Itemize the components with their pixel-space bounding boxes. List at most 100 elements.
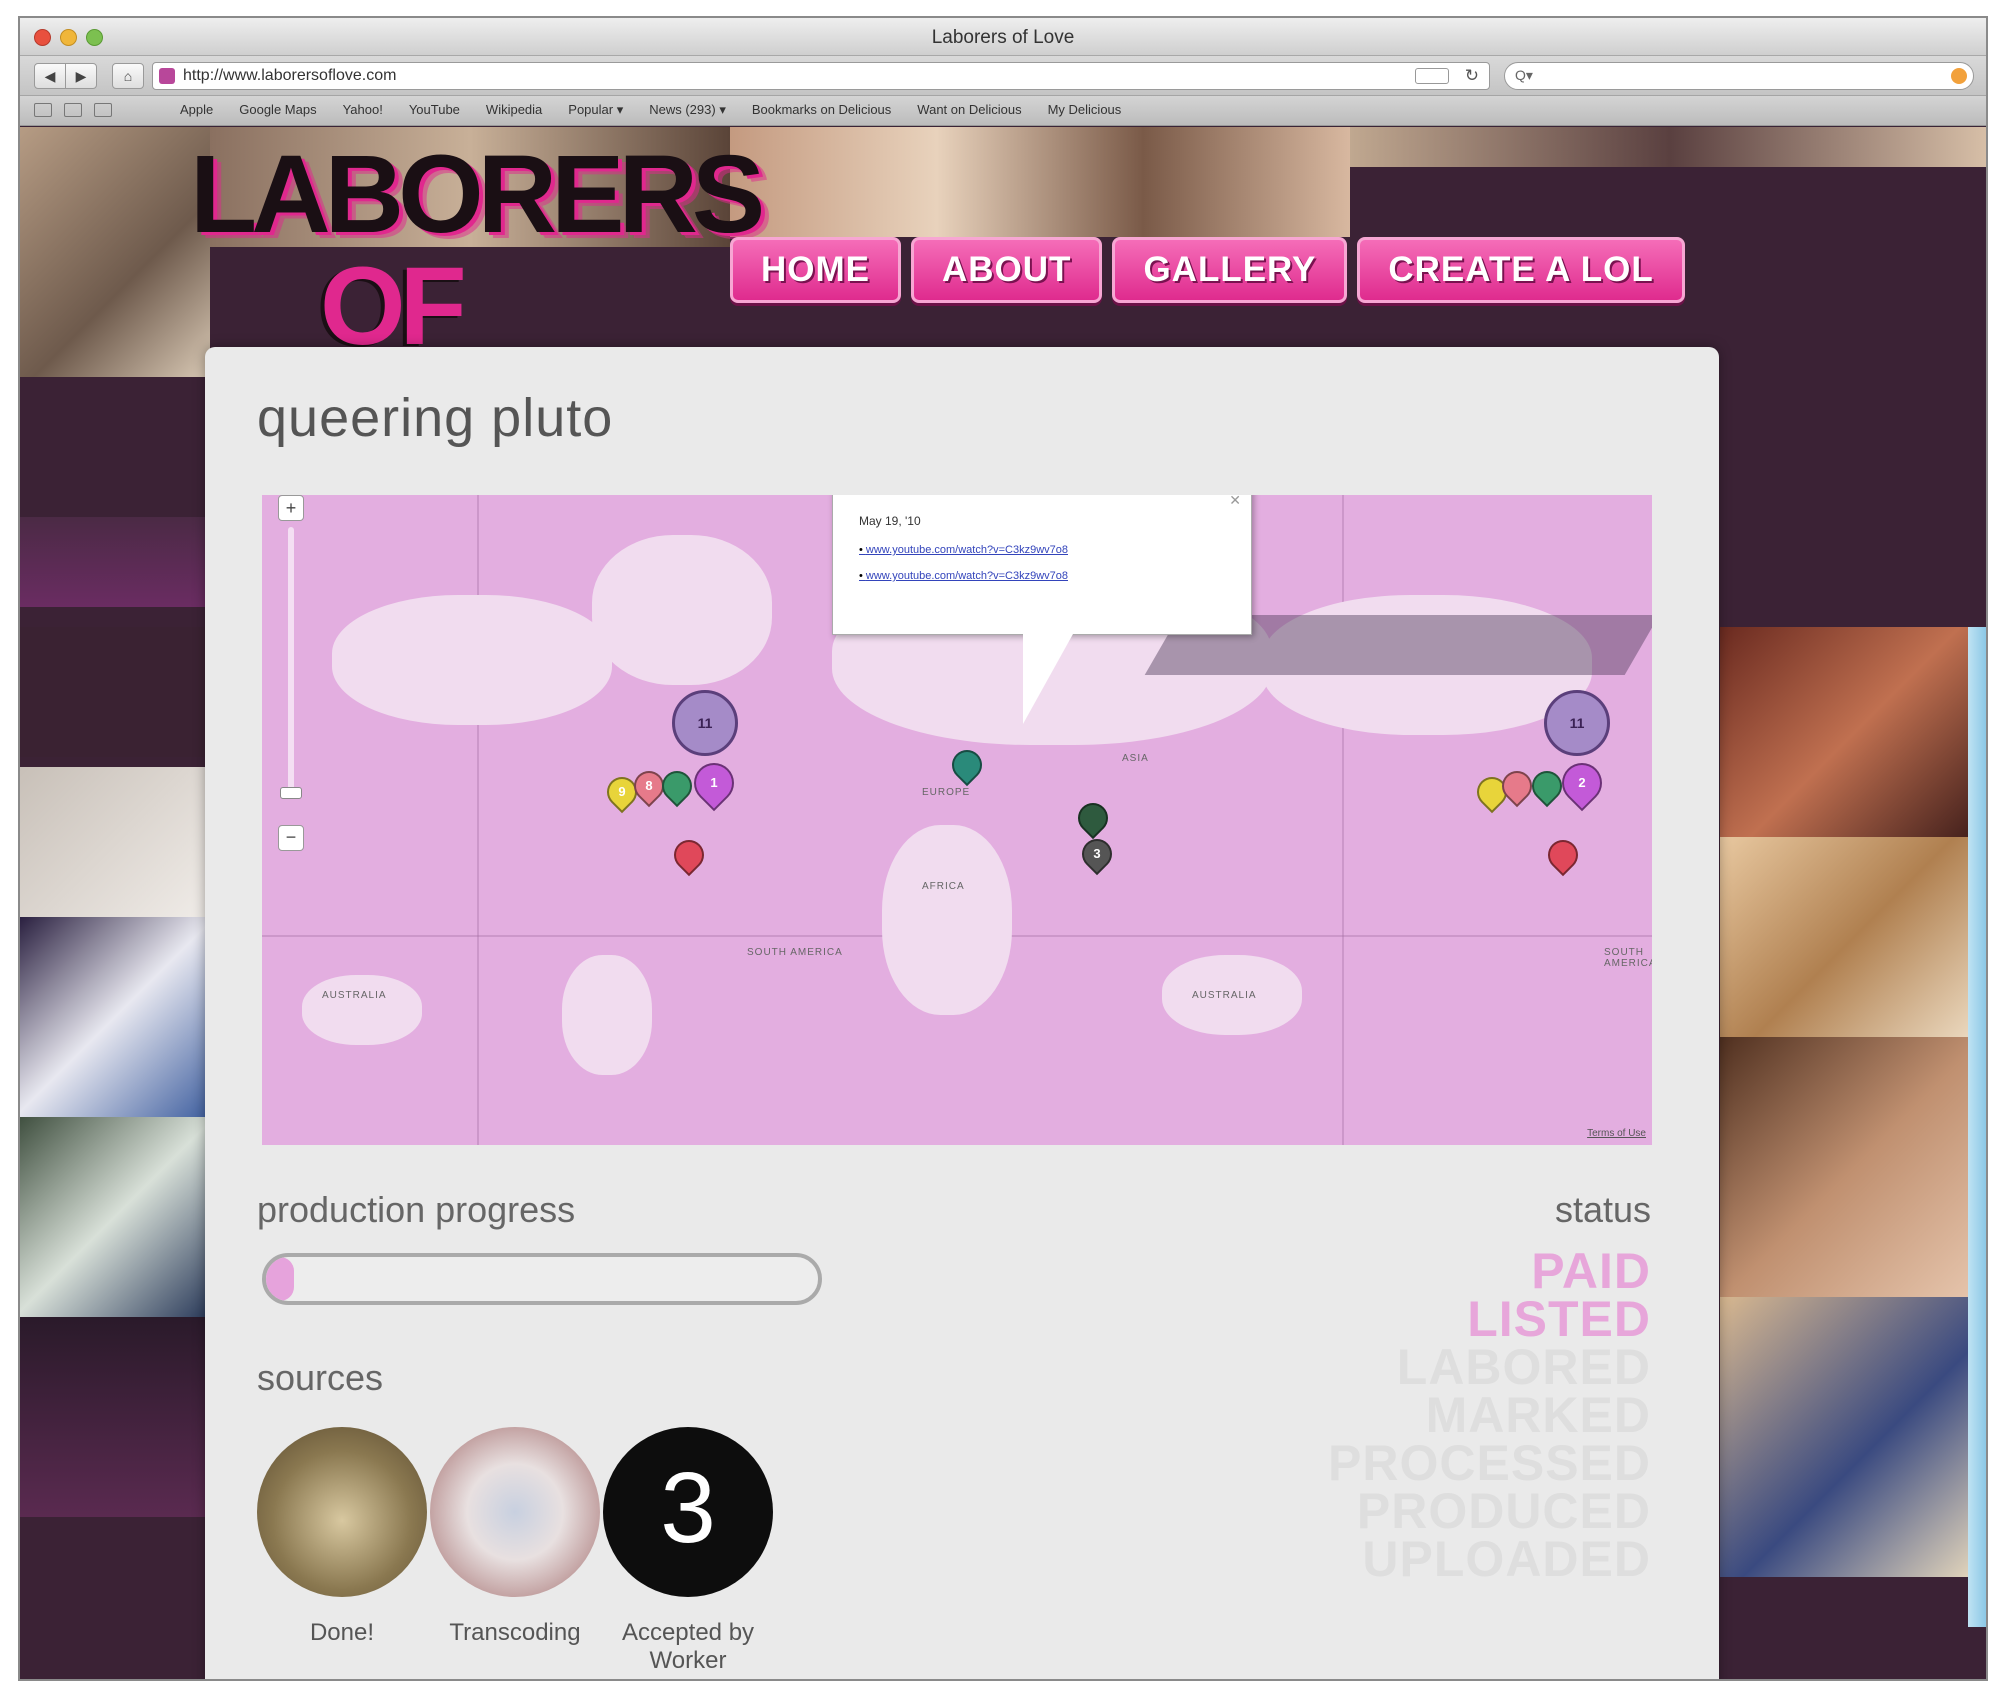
- source-item[interactable]: Transcoding: [430, 1427, 600, 1647]
- map-cluster-marker[interactable]: 11: [672, 690, 738, 756]
- zoom-slider-track[interactable]: [288, 527, 294, 797]
- continent-shape: [592, 535, 772, 685]
- map-gridline: [477, 495, 479, 1145]
- address-bar[interactable]: http://www.laborersoflove.com ↻: [152, 62, 1490, 90]
- source-thumbnail[interactable]: 3: [603, 1427, 773, 1597]
- production-progress-label: production progress: [257, 1189, 576, 1230]
- search-icon: Q▾: [1515, 67, 1533, 83]
- map-label: AUSTRALIA: [1192, 990, 1257, 1001]
- map-cluster-marker[interactable]: 11: [1544, 690, 1610, 756]
- nav-gallery[interactable]: GALLERY: [1112, 237, 1348, 303]
- background-photo: [1720, 627, 1986, 837]
- bookmark-item[interactable]: Apple: [180, 102, 213, 118]
- world-map[interactable]: EUROPE ASIA AFRICA SOUTH AMERICA AUSTRAL…: [262, 495, 1652, 1145]
- production-progress-bar: [262, 1253, 822, 1305]
- infowindow-link[interactable]: www.youtube.com/watch?v=C3kz9wv7o8: [859, 570, 1068, 582]
- window-title: Laborers of Love: [931, 27, 1075, 48]
- browser-window: Laborers of Love ◀ ▶ ⌂ http://www.labore…: [18, 16, 1988, 1681]
- main-navigation: HOME ABOUT GALLERY CREATE A LOL: [730, 237, 1685, 303]
- source-number: 3: [660, 1452, 716, 1564]
- infowindow-link[interactable]: www.youtube.com/watch?v=C3kz9wv7o8: [859, 544, 1068, 556]
- background-photo: [20, 767, 210, 917]
- bookmark-item[interactable]: Bookmarks on Delicious: [752, 102, 891, 118]
- production-progress-fill: [266, 1257, 294, 1301]
- reload-icon[interactable]: ↻: [1465, 66, 1479, 86]
- project-title: queering pluto: [257, 388, 614, 448]
- map-gridline: [1342, 495, 1344, 1145]
- sources-label: sources: [257, 1357, 384, 1398]
- background-photo: [730, 127, 1350, 237]
- status-paid: PAID: [1531, 1243, 1651, 1299]
- status-listed: LISTED: [1467, 1291, 1651, 1347]
- title-bar: Laborers of Love: [20, 18, 1986, 56]
- bookmark-item[interactable]: Popular ▾: [568, 102, 623, 118]
- map-marker[interactable]: [945, 743, 989, 787]
- zoom-out-button[interactable]: −: [278, 825, 304, 851]
- source-caption: Accepted by Worker: [621, 1619, 755, 1674]
- source-caption: Done!: [309, 1619, 375, 1646]
- bookmark-item[interactable]: News (293) ▾: [649, 102, 726, 118]
- rss-icon[interactable]: [1951, 68, 1967, 84]
- zoom-in-button[interactable]: +: [278, 495, 304, 521]
- map-marker[interactable]: [1071, 796, 1115, 840]
- bookmarks-list: Apple Google Maps Yahoo! YouTube Wikipedia Po…: [180, 102, 1121, 118]
- map-terms-link[interactable]: Terms of Use: [1587, 1128, 1646, 1139]
- map-marker[interactable]: 1: [685, 754, 743, 812]
- continent-shape: [302, 975, 422, 1045]
- background-photo: [20, 1317, 210, 1517]
- background-photo: [1720, 837, 1986, 1037]
- source-thumbnail[interactable]: [257, 1427, 427, 1597]
- bookmark-item[interactable]: My Delicious: [1048, 102, 1122, 118]
- scrollbar[interactable]: [1968, 627, 1986, 1627]
- browser-toolbar: ◀ ▶ ⌂ http://www.laborersoflove.com ↻ Q▾: [20, 56, 1986, 96]
- background-photo: [20, 1117, 210, 1317]
- background-photo: [1720, 1037, 1986, 1297]
- map-label: EUROPE: [922, 787, 971, 798]
- source-item[interactable]: 3 Accepted by Worker: [603, 1427, 773, 1675]
- web-page: LABORERS OF LOVE HOME ABOUT GALLERY CREA…: [20, 127, 1986, 1679]
- map-label: SOUTH AMERICA: [747, 947, 843, 958]
- continent-shape: [332, 595, 612, 725]
- nav-about[interactable]: ABOUT: [911, 237, 1103, 303]
- search-input[interactable]: Q▾: [1504, 62, 1974, 90]
- site-favicon-icon: [159, 68, 175, 84]
- map-infowindow: ✕ May 19, '10 www.youtube.com/watch?v=C3…: [832, 495, 1252, 724]
- nav-home[interactable]: HOME: [730, 237, 901, 303]
- top-sites-icon[interactable]: [64, 103, 82, 117]
- back-button[interactable]: ◀: [34, 63, 66, 89]
- map-marker[interactable]: [1541, 833, 1585, 877]
- show-all-bookmarks-icon[interactable]: [94, 103, 112, 117]
- forward-button[interactable]: ▶: [65, 63, 97, 89]
- background-photo: [1720, 1297, 1986, 1577]
- map-label: AFRICA: [922, 881, 965, 892]
- source-thumbnail[interactable]: [430, 1427, 600, 1597]
- background-photo: [20, 627, 210, 757]
- status-list: PAID LISTED LABORED MARKED PROCESSED PRO…: [1328, 1243, 1651, 1584]
- home-button[interactable]: ⌂: [112, 63, 144, 89]
- map-label: ASIA: [1122, 753, 1149, 764]
- map-marker[interactable]: 2: [1553, 754, 1611, 812]
- map-marker[interactable]: [667, 833, 711, 877]
- continent-shape: [562, 955, 652, 1075]
- continent-shape: [882, 825, 1012, 1015]
- bookmark-item[interactable]: Want on Delicious: [917, 102, 1021, 118]
- bookmark-item[interactable]: Wikipedia: [486, 102, 542, 118]
- map-marker[interactable]: 3: [1075, 832, 1119, 876]
- zoom-slider-handle[interactable]: [280, 787, 302, 799]
- infowindow-date: May 19, '10: [859, 514, 921, 528]
- close-icon[interactable]: ✕: [1229, 495, 1241, 509]
- project-panel: queering pluto EUROPE ASIA AFRICA SOUTH …: [205, 347, 1719, 1679]
- bookmark-item[interactable]: Google Maps: [239, 102, 316, 118]
- background-photo: [1350, 127, 1986, 167]
- address-text: http://www.laborersoflove.com: [183, 67, 397, 84]
- reader-icon[interactable]: [1415, 68, 1449, 84]
- bookmark-item[interactable]: YouTube: [409, 102, 460, 118]
- logo-text: LABORERS: [190, 133, 765, 256]
- reading-list-icon[interactable]: [34, 103, 52, 117]
- status-label: status: [1554, 1189, 1651, 1230]
- source-item[interactable]: Done!: [257, 1427, 427, 1647]
- bookmark-item[interactable]: Yahoo!: [343, 102, 383, 118]
- map-marker[interactable]: [655, 764, 699, 808]
- nav-create-a-lol[interactable]: CREATE A LOL: [1357, 237, 1685, 303]
- status-produced: PRODUCED: [1356, 1483, 1651, 1539]
